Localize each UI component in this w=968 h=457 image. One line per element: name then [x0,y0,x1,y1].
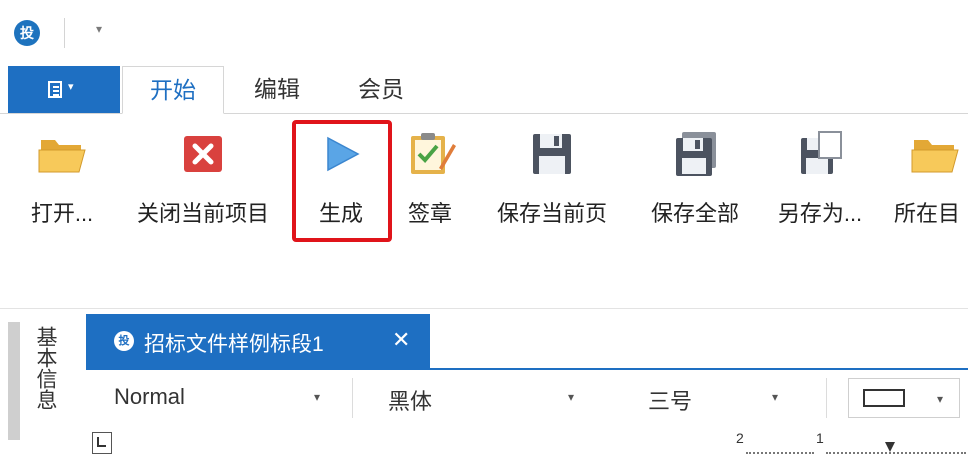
tab-edit[interactable]: 编辑 [226,66,328,114]
save-as-label: 另存为... [777,201,863,226]
save-as-icon [801,131,842,174]
ruler-tick-label: 1 [816,430,824,446]
font-select-value: 黑体 [388,389,433,414]
save-as-button[interactable]: 另存为... [764,124,876,234]
chevron-down-icon: ▾ [314,390,321,404]
chevron-down-icon: ▾ [68,81,74,93]
document-tab[interactable]: 投 招标文件样例标段1 ✕ [86,314,430,368]
folder-open-icon [38,140,86,173]
sidebar-item-basic-info[interactable]: 基本信息 [30,326,58,410]
close-project-button[interactable]: 关闭当前项目 [120,124,286,234]
style-select[interactable]: Normal ▾ [114,380,340,416]
format-divider [826,378,827,418]
document-tab-title: 招标文件样例标段1 [144,333,324,356]
save-current-page-button[interactable]: 保存当前页 [482,124,622,234]
app-logo-icon: 投 [14,20,40,46]
sidebar-scrollbar[interactable] [8,322,20,440]
border-select[interactable]: ▾ [848,378,960,418]
open-button[interactable]: 打开... [22,124,102,234]
file-menu-icon [48,81,62,98]
open-location-label: 所在目 [894,201,961,226]
ruler-tick-label: 2 [736,430,744,446]
chevron-down-icon: ▾ [937,392,944,406]
sign-button[interactable]: 签章 [396,124,464,234]
ruler-ticks [826,446,966,454]
folder-icon [911,140,959,173]
save-all-button[interactable]: 保存全部 [638,124,752,234]
tab-home[interactable]: 开始 [122,66,224,114]
clipboard-sign-icon [411,133,456,174]
ribbon-tab-bar: ▾ 开始 编辑 会员 [0,66,968,114]
border-preview-icon [863,389,905,407]
style-select-value: Normal [114,384,185,409]
save-all-icon [676,132,716,176]
ribbon-bottom-divider [0,308,968,309]
open-label: 打开... [30,201,94,226]
save-icon [533,134,571,174]
quick-access-divider [64,18,65,48]
font-select[interactable]: 黑体 ▾ [388,380,588,416]
save-current-page-label: 保存当前页 [496,201,607,226]
ruler-ticks [746,446,814,454]
highlight-box [292,120,392,242]
chevron-down-icon: ▾ [772,390,779,404]
ribbon-home-panel: 打开... 关闭当前项目 生成 签章 保存当前页 保存全部 另存为... 所在目 [0,114,968,294]
quick-access-toolbar: 投 ▾ [0,0,968,66]
open-location-button[interactable]: 所在目 [890,124,968,234]
document-tab-underline [86,368,968,370]
font-size-select[interactable]: 三号 ▾ [648,380,788,416]
tab-stop-selector[interactable] [92,432,112,454]
tab-member[interactable]: 会员 [330,66,432,114]
customize-quick-access-dropdown[interactable]: ▾ [96,22,102,36]
close-project-label: 关闭当前项目 [136,201,269,226]
document-logo-icon: 投 [114,331,134,351]
indent-marker-icon[interactable] [885,442,895,452]
chevron-down-icon: ▾ [568,390,575,404]
close-icon[interactable]: ✕ [392,327,410,353]
format-divider [352,378,353,418]
font-size-select-value: 三号 [648,389,693,414]
sign-label: 签章 [407,201,452,226]
save-all-label: 保存全部 [650,201,739,226]
horizontal-ruler[interactable]: 2 1 [730,430,968,457]
close-project-icon [184,136,222,172]
file-menu-button[interactable]: ▾ [8,66,120,113]
